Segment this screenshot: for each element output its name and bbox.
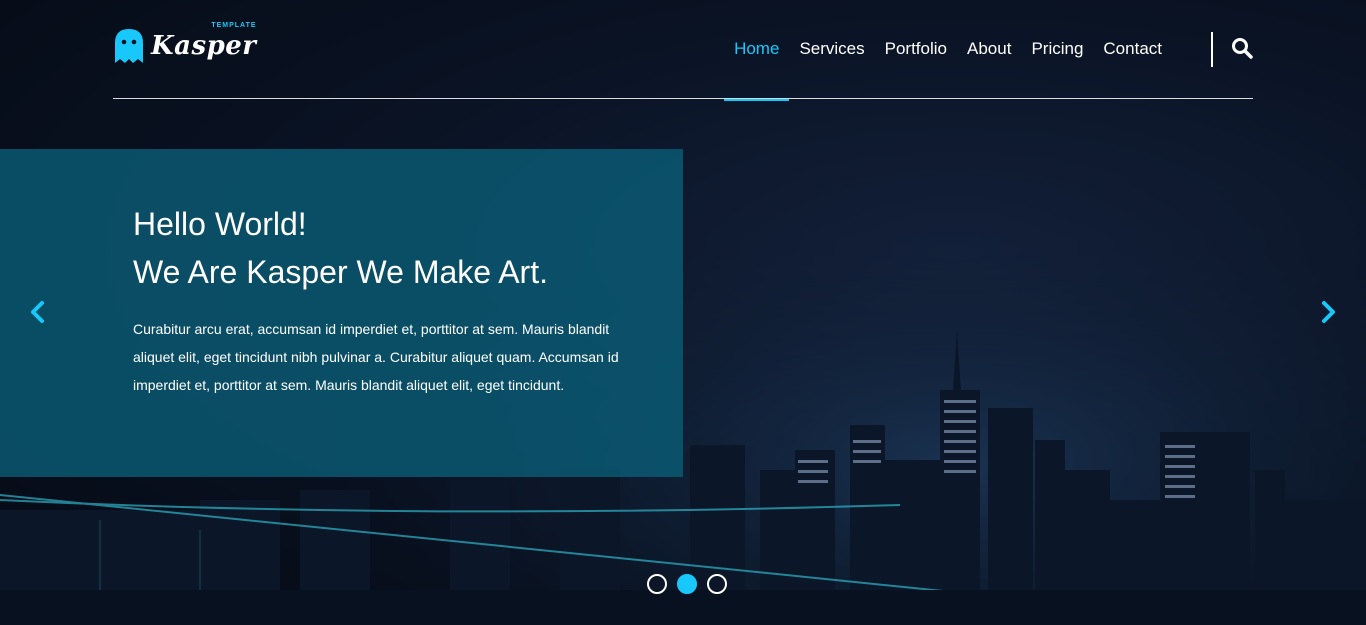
nav-portfolio[interactable]: Portfolio — [875, 0, 957, 99]
slider-bullet-2[interactable] — [677, 574, 697, 594]
hero-panel: Hello World! We Are Kasper We Make Art. … — [0, 149, 683, 477]
brand-wordmark: Kasper TEMPLATE — [151, 22, 257, 61]
nav-services[interactable]: Services — [789, 0, 874, 99]
hero-title-line1: Hello World! — [133, 206, 307, 242]
nav-divider — [1211, 32, 1213, 67]
ghost-logo-icon — [115, 29, 143, 63]
site-header: Kasper TEMPLATE Home Services Portfolio … — [113, 0, 1253, 101]
slider-bullets — [647, 574, 727, 594]
hero-title-line2: We Are Kasper We Make Art. — [133, 254, 548, 290]
slider-bullet-3[interactable] — [707, 574, 727, 594]
nav-pricing[interactable]: Pricing — [1021, 0, 1093, 99]
nav-about[interactable]: About — [957, 0, 1021, 99]
slider-bullet-1[interactable] — [647, 574, 667, 594]
nav-contact[interactable]: Contact — [1093, 0, 1172, 99]
brand-tag: TEMPLATE — [211, 22, 257, 29]
hero-description: Curabitur arcu erat, accumsan id imperdi… — [133, 321, 619, 393]
brand-logo[interactable]: Kasper TEMPLATE — [113, 22, 257, 65]
chevron-left-icon[interactable] — [26, 300, 50, 324]
brand-name: Kasper — [151, 31, 257, 61]
search-icon[interactable] — [1231, 37, 1253, 59]
nav-home[interactable]: Home — [724, 0, 790, 101]
chevron-right-icon[interactable] — [1316, 300, 1340, 324]
main-nav: Home Services Portfolio About Pricing Co… — [724, 0, 1172, 101]
hero-title: Hello World! We Are Kasper We Make Art. — [133, 200, 653, 296]
